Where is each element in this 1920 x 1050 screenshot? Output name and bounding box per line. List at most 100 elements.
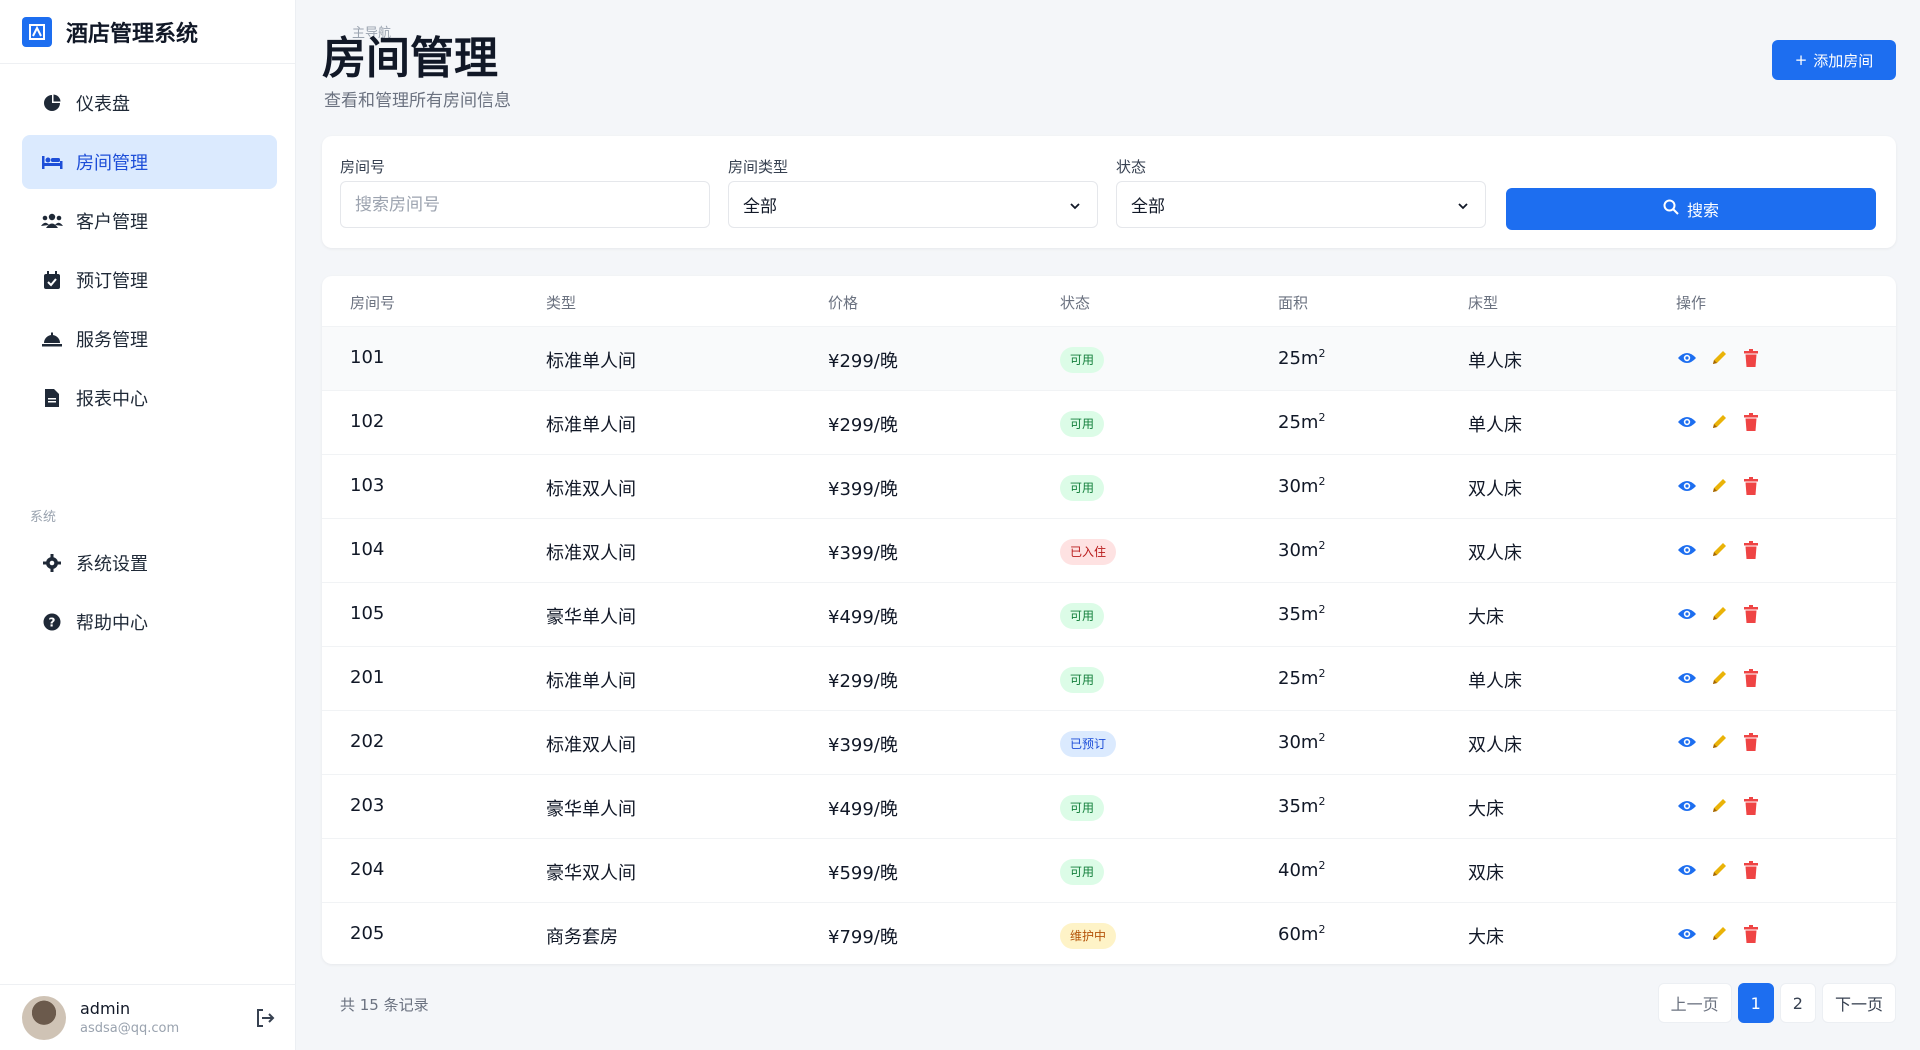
view-icon[interactable] <box>1676 795 1698 817</box>
prev-page-button[interactable]: 上一页 <box>1657 983 1732 1023</box>
room-area-value: 25m <box>1278 668 1319 689</box>
room-price: ¥399/晚 <box>828 735 898 756</box>
delete-icon[interactable] <box>1740 731 1762 753</box>
sidebar-item-dashboard[interactable]: 仪表盘 <box>22 76 277 130</box>
svg-text:?: ? <box>49 616 56 630</box>
search-button[interactable]: 搜索 <box>1506 188 1876 230</box>
add-room-button[interactable]: + 添加房间 <box>1772 40 1896 80</box>
status-badge: 可用 <box>1060 795 1105 821</box>
sidebar-item-rooms[interactable]: 房间管理 <box>22 135 277 189</box>
chevron-down-icon <box>1069 197 1083 211</box>
bed-type: 单人床 <box>1468 351 1522 372</box>
delete-icon[interactable] <box>1740 539 1762 561</box>
room-type: 标准双人间 <box>546 543 636 564</box>
edit-icon[interactable] <box>1708 475 1730 497</box>
delete-icon[interactable] <box>1740 603 1762 625</box>
row-actions <box>1676 859 1762 881</box>
page-title: 房间管理 <box>322 33 498 84</box>
delete-icon[interactable] <box>1740 411 1762 433</box>
row-actions <box>1676 539 1762 561</box>
file-icon <box>40 386 64 410</box>
room-area-value: 30m <box>1278 732 1319 753</box>
view-icon[interactable] <box>1676 923 1698 945</box>
table-row: 201 标准单人间 ¥299/晚 可用 25m2 单人床 <box>322 646 1896 710</box>
area-unit-superscript: 2 <box>1318 475 1326 488</box>
logout-icon[interactable] <box>254 1007 278 1031</box>
bed-type: 双人床 <box>1468 735 1522 756</box>
table-row: 101 标准单人间 ¥299/晚 可用 25m2 单人床 <box>322 326 1896 390</box>
sidebar-item-settings[interactable]: 系统设置 <box>22 536 278 590</box>
delete-icon[interactable] <box>1740 859 1762 881</box>
view-icon[interactable] <box>1676 859 1698 881</box>
view-icon[interactable] <box>1676 539 1698 561</box>
page-2-button[interactable]: 2 <box>1779 983 1816 1023</box>
room-no-field[interactable] <box>340 181 710 228</box>
gear-icon <box>40 551 64 575</box>
chevron-down-icon <box>1457 197 1471 211</box>
room-number: 101 <box>350 347 385 368</box>
sidebar-item-customers[interactable]: 客户管理 <box>22 194 277 248</box>
user-profile[interactable]: admin asdsa@qq.com <box>0 984 296 1050</box>
room-area-value: 40m <box>1278 860 1319 881</box>
next-page-button[interactable]: 下一页 <box>1821 983 1896 1023</box>
bed-type: 大床 <box>1468 799 1504 820</box>
edit-icon[interactable] <box>1708 411 1730 433</box>
row-actions <box>1676 731 1762 753</box>
room-type-select[interactable]: 全部 <box>728 181 1098 228</box>
edit-icon[interactable] <box>1708 347 1730 369</box>
area-unit-superscript: 2 <box>1318 667 1326 680</box>
sidebar-item-label: 帮助中心 <box>76 613 148 634</box>
sidebar-item-bookings[interactable]: 预订管理 <box>22 253 277 307</box>
edit-icon[interactable] <box>1708 795 1730 817</box>
view-icon[interactable] <box>1676 667 1698 689</box>
hotel-logo-icon <box>22 16 52 47</box>
page-1-button[interactable]: 1 <box>1737 983 1774 1023</box>
room-price: ¥299/晚 <box>828 671 898 692</box>
room-price: ¥499/晚 <box>828 607 898 628</box>
room-type: 豪华单人间 <box>546 799 636 820</box>
nav-section-main: 主导航 <box>352 26 392 41</box>
delete-icon[interactable] <box>1740 795 1762 817</box>
room-no-input[interactable] <box>355 194 709 215</box>
view-icon[interactable] <box>1676 411 1698 433</box>
brand[interactable]: 酒店管理系统 <box>0 0 295 64</box>
delete-icon[interactable] <box>1740 475 1762 497</box>
view-icon[interactable] <box>1676 603 1698 625</box>
bed-type: 单人床 <box>1468 671 1522 692</box>
system-nav: 系统设置 ? 帮助中心 <box>0 536 296 654</box>
edit-icon[interactable] <box>1708 667 1730 689</box>
status-badge: 可用 <box>1060 603 1105 629</box>
delete-icon[interactable] <box>1740 923 1762 945</box>
nav-section-system: 系统 <box>30 510 57 525</box>
status-badge: 维护中 <box>1060 923 1117 949</box>
area-unit-superscript: 2 <box>1318 731 1326 744</box>
edit-icon[interactable] <box>1708 731 1730 753</box>
table-row: 203 豪华单人间 ¥499/晚 可用 35m2 大床 <box>322 774 1896 838</box>
view-icon[interactable] <box>1676 475 1698 497</box>
status-select[interactable]: 全部 <box>1116 181 1486 228</box>
status-badge: 可用 <box>1060 667 1105 693</box>
status-value: 全部 <box>1131 197 1165 217</box>
room-number: 203 <box>350 795 385 816</box>
room-type: 豪华单人间 <box>546 607 636 628</box>
delete-icon[interactable] <box>1740 347 1762 369</box>
room-number: 201 <box>350 667 385 688</box>
room-type-label: 房间类型 <box>728 158 789 176</box>
room-area-value: 60m <box>1278 924 1319 945</box>
delete-icon[interactable] <box>1740 667 1762 689</box>
sidebar-item-help[interactable]: ? 帮助中心 <box>22 595 278 649</box>
view-icon[interactable] <box>1676 347 1698 369</box>
edit-icon[interactable] <box>1708 603 1730 625</box>
edit-icon[interactable] <box>1708 923 1730 945</box>
sidebar-item-services[interactable]: 服务管理 <box>22 312 277 366</box>
col-type: 类型 <box>546 294 577 312</box>
total-records: 共 15 条记录 <box>340 996 429 1014</box>
edit-icon[interactable] <box>1708 859 1730 881</box>
sidebar-item-reports[interactable]: 报表中心 <box>22 371 277 425</box>
area-unit-superscript: 2 <box>1318 603 1326 616</box>
sidebar-item-label: 报表中心 <box>76 389 148 410</box>
col-price: 价格 <box>828 294 859 312</box>
view-icon[interactable] <box>1676 731 1698 753</box>
sidebar-item-label: 仪表盘 <box>76 94 130 115</box>
edit-icon[interactable] <box>1708 539 1730 561</box>
